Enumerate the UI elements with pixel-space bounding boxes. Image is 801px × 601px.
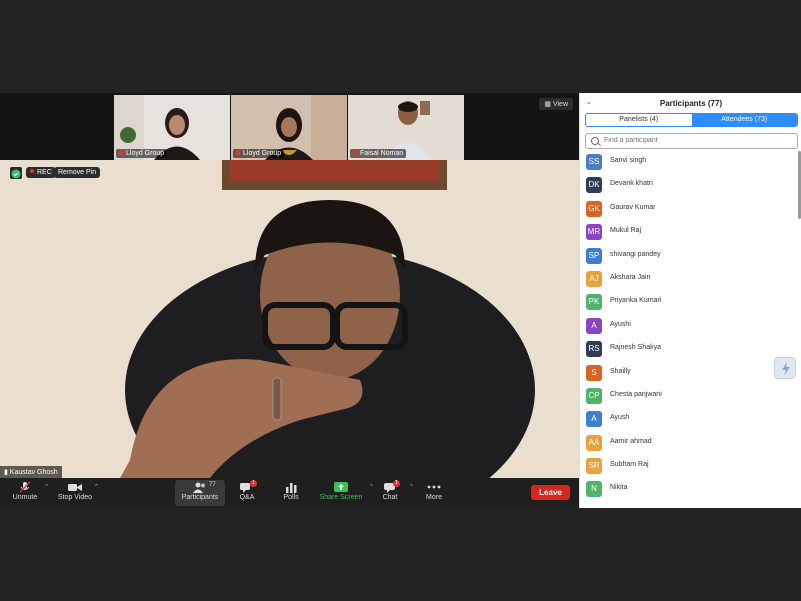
participant-name: Sanvi singh	[610, 157, 647, 164]
list-item[interactable]: RS Rajnesh Shakya	[580, 338, 795, 361]
participant-name: Chesta panjwani	[610, 390, 662, 398]
list-item[interactable]: A Ayushi	[580, 315, 795, 338]
thumbnail-label: Lloyd Group	[233, 149, 285, 158]
participant-name: Shailly	[610, 367, 631, 375]
qa-button[interactable]: 1 Q&A	[222, 480, 272, 506]
participants-panel: ⌄ Participants (77) Panelists (4) Attend…	[579, 93, 801, 508]
thumbnail-video-2[interactable]: Lloyd Group	[231, 95, 347, 160]
remove-pin-button[interactable]: Remove Pin	[54, 167, 101, 178]
avatar: PK	[586, 294, 602, 311]
participant-name: Mukul Raj	[610, 227, 642, 235]
avatar: A	[586, 411, 602, 428]
list-item[interactable]: SP shivangi pandey	[580, 245, 795, 268]
chat-button[interactable]: 1 Chat ^	[365, 480, 415, 506]
participant-name: Nikita	[610, 484, 628, 492]
more-dots-icon	[427, 482, 441, 493]
avatar: N	[586, 481, 602, 498]
floating-tool-button[interactable]	[774, 357, 796, 379]
list-item[interactable]: CP Chesta panjwani	[580, 385, 795, 408]
bar-chart-icon	[284, 482, 298, 493]
avatar: SS	[586, 154, 602, 170]
people-icon: 77	[193, 482, 216, 493]
avatar: SP	[586, 247, 602, 264]
avatar: DK	[586, 177, 602, 194]
attendee-list: SS Sanvi singh DK Devank khatri GK Gaurav Kum…	[580, 151, 795, 502]
view-button[interactable]: ▦ View	[539, 98, 573, 110]
participant-name: Ayush	[610, 414, 630, 422]
thumbnail-video-3[interactable]: Faisal Noman	[348, 95, 464, 160]
avatar: CP	[586, 387, 602, 404]
avatar: MR	[586, 224, 602, 241]
participants-button[interactable]: 77 Participants	[175, 480, 225, 506]
list-item[interactable]: PK Priyanka Kumari	[580, 291, 795, 314]
mic-off-icon	[18, 481, 32, 493]
list-item[interactable]: AJ Akshara Jain	[580, 268, 795, 291]
stop-video-button[interactable]: Stop Video ^	[50, 480, 100, 506]
main-video-image	[0, 160, 579, 478]
avatar: RS	[586, 341, 602, 358]
share-screen-icon	[334, 482, 348, 493]
video-area: Lloyd Group Lloyd Group Faisal Noman ▦ V…	[0, 93, 579, 508]
recording-dot-icon	[30, 169, 34, 173]
participant-tabs: Panelists (4) Attendees (73)	[585, 113, 798, 127]
thumbnail-label: Faisal Noman	[350, 149, 407, 158]
participant-name: shivangi pandey	[610, 250, 661, 258]
participant-name: Subham Raj	[610, 461, 649, 469]
avatar: A	[586, 317, 602, 334]
tab-attendees[interactable]: Attendees (73)	[691, 114, 797, 126]
chat-icon: 1	[383, 480, 400, 493]
security-shield-icon	[10, 167, 22, 179]
participant-name: Rajnesh Shakya	[610, 344, 661, 352]
share-screen-button[interactable]: Share Screen ^	[315, 480, 373, 506]
list-item[interactable]: AA Aamir ahmad	[580, 432, 795, 455]
mic-muted-icon	[236, 150, 240, 156]
participant-name: Priyanka Kumari	[610, 297, 662, 305]
list-item[interactable]: SS Sanvi singh	[580, 151, 795, 174]
panel-title: Participants (77)	[659, 99, 723, 108]
chevron-up-icon[interactable]: ^	[45, 484, 48, 490]
video-camera-icon	[68, 482, 82, 493]
lightning-icon	[782, 362, 790, 376]
grid-icon: ▦	[544, 101, 551, 108]
qa-icon: 1	[240, 480, 257, 493]
avatar: AJ	[586, 270, 602, 287]
participant-name: Devank khatri	[610, 180, 653, 188]
mic-muted-icon	[353, 150, 357, 156]
list-item[interactable]: SR Subham Raj	[580, 455, 795, 478]
avatar: AA	[586, 434, 602, 451]
polls-button[interactable]: Polls	[266, 480, 316, 506]
qa-badge: 1	[250, 480, 257, 487]
search-input[interactable]	[604, 135, 784, 146]
participant-name: Akshara Jain	[610, 273, 651, 281]
participant-name: Ayushi	[610, 320, 631, 328]
thumbnail-video-1[interactable]: Lloyd Group	[114, 95, 230, 160]
speaker-name-tag: ▮ Kaustav Ghosh	[0, 466, 62, 478]
participant-search	[585, 133, 798, 149]
list-item[interactable]: MR Mukul Raj	[580, 221, 795, 244]
main-video[interactable]: REC Remove Pin ▮ Kaustav Ghosh	[0, 160, 579, 478]
list-item[interactable]: N Nikita	[580, 478, 795, 501]
chevron-up-icon[interactable]: ^	[95, 484, 98, 490]
mic-muted-icon	[119, 150, 123, 156]
participant-name: Aamir ahmad	[610, 437, 652, 445]
tab-panelists[interactable]: Panelists (4)	[586, 114, 692, 126]
more-button[interactable]: More	[409, 480, 459, 506]
avatar: S	[586, 364, 602, 381]
avatar: GK	[586, 200, 602, 217]
list-item[interactable]: A Ayush	[580, 408, 795, 431]
zoom-window: Lloyd Group Lloyd Group Faisal Noman ▦ V…	[0, 93, 801, 508]
recording-badge: REC	[26, 167, 56, 178]
meeting-toolbar: Unmute ^ Stop Video ^ 77 Participants 1 …	[0, 478, 579, 508]
search-icon	[591, 137, 599, 145]
leave-button[interactable]: Leave	[531, 485, 570, 500]
list-item[interactable]: GK Gaurav Kumar	[580, 198, 795, 221]
chat-badge: 1	[393, 480, 400, 487]
avatar: SR	[586, 458, 602, 475]
list-item[interactable]: DK Devank khatri	[580, 174, 795, 197]
participant-name: Gaurav Kumar	[610, 203, 656, 211]
unmute-button[interactable]: Unmute ^	[0, 480, 50, 506]
list-item[interactable]: S Shailly	[580, 362, 795, 385]
thumbnail-label: Lloyd Group	[116, 149, 168, 158]
